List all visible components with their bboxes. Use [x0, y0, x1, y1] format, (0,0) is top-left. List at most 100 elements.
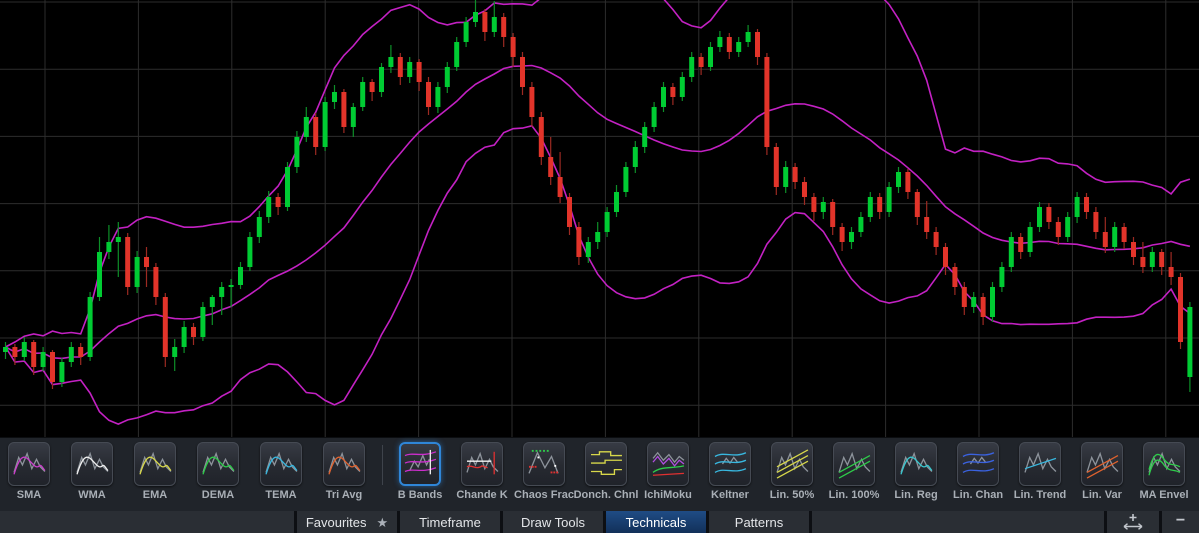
indicator-tile-keltner [709, 442, 751, 486]
indicator-label: Lin. 50% [770, 489, 815, 501]
indicator-button-ema[interactable]: EMA [134, 442, 176, 501]
indicator-button-tema[interactable]: TEMA [260, 442, 302, 501]
indicator-button-bbands[interactable]: B Bands [399, 442, 441, 501]
indicator-label: Keltner [711, 489, 749, 501]
indicator-button-keltner[interactable]: Keltner [709, 442, 751, 501]
indicator-button-maenvel[interactable]: MA Envel [1143, 442, 1185, 501]
statusbar-left-filler [0, 511, 294, 533]
indicator-button-ichimoku[interactable]: IchiMoku [647, 442, 689, 501]
indicator-icon [836, 449, 872, 479]
price-chart-area[interactable] [0, 0, 1199, 437]
indicator-label: Lin. Reg [894, 489, 937, 501]
indicator-tile-sma [8, 442, 50, 486]
indicator-label: Chaos Frac [514, 489, 574, 501]
indicator-tile-triavg [323, 442, 365, 486]
tab-label: Favourites [306, 515, 367, 530]
minus-icon: − [1176, 512, 1185, 530]
indicator-tile-dema [197, 442, 239, 486]
indicator-icon [1022, 449, 1058, 479]
star-icon: ★ [377, 516, 389, 529]
tab-label: Timeframe [419, 515, 481, 530]
indicator-tile-ema [134, 442, 176, 486]
indicator-tile-maenvel [1143, 442, 1185, 486]
indicator-label: TEMA [265, 489, 296, 501]
indicator-button-lin50[interactable]: Lin. 50% [771, 442, 813, 501]
indicator-label: Lin. 100% [829, 489, 880, 501]
indicator-icon [326, 449, 362, 479]
indicator-icon [1146, 449, 1182, 479]
statusbar-right-filler [812, 511, 1104, 533]
collapse-toolbar-button[interactable]: − [1162, 511, 1199, 533]
indicator-icon [74, 449, 110, 479]
indicator-tile-lin100 [833, 442, 875, 486]
indicator-tile-linvar [1081, 442, 1123, 486]
indicator-label: Donch. Chnl [574, 489, 639, 501]
indicator-button-lin100[interactable]: Lin. 100% [833, 442, 875, 501]
indicator-button-linreg[interactable]: Lin. Reg [895, 442, 937, 501]
indicator-group-moving-averages: SMA WMA EMA DEMA TEMA Tri Avg [8, 442, 365, 501]
trading-app: SMA WMA EMA DEMA TEMA Tri Avg B Bands Chande K… [0, 0, 1199, 533]
indicator-icon [774, 449, 810, 479]
bottom-tab-bar: Favourites ★ Timeframe Draw Tools Technicals… [0, 511, 1199, 533]
indicator-button-triavg[interactable]: Tri Avg [323, 442, 365, 501]
indicator-label: MA Envel [1139, 489, 1188, 501]
tab-label: Draw Tools [521, 515, 585, 530]
indicator-label: EMA [143, 489, 167, 501]
indicator-icon [137, 449, 173, 479]
indicator-icon [200, 449, 236, 479]
indicator-tile-donchchnl [585, 442, 627, 486]
indicator-label: Chande K [456, 489, 507, 501]
tab-technicals[interactable]: Technicals [606, 511, 706, 533]
indicator-button-wma[interactable]: WMA [71, 442, 113, 501]
indicator-icon [263, 449, 299, 479]
indicator-label: DEMA [202, 489, 234, 501]
indicator-label: SMA [17, 489, 41, 501]
indicator-toolbar: SMA WMA EMA DEMA TEMA Tri Avg B Bands Chande K… [0, 437, 1199, 511]
indicator-icon [402, 449, 438, 479]
indicator-label: IchiMoku [644, 489, 692, 501]
indicator-icon [712, 449, 748, 479]
indicator-tile-linchan [957, 442, 999, 486]
indicator-button-donchchnl[interactable]: Donch. Chnl [585, 442, 627, 501]
indicator-label: WMA [78, 489, 106, 501]
tab-draw-tools[interactable]: Draw Tools [503, 511, 603, 533]
indicator-tile-linreg [895, 442, 937, 486]
add-indicator-button[interactable] [1107, 511, 1159, 533]
toolbar-group-divider [382, 445, 383, 485]
indicator-button-linvar[interactable]: Lin. Var [1081, 442, 1123, 501]
indicator-icon [464, 449, 500, 479]
indicator-button-chaosfrac[interactable]: Chaos Frac [523, 442, 565, 501]
indicator-button-dema[interactable]: DEMA [197, 442, 239, 501]
indicator-icon [898, 449, 934, 479]
tab-patterns[interactable]: Patterns [709, 511, 809, 533]
tab-timeframe[interactable]: Timeframe [400, 511, 500, 533]
indicator-label: Tri Avg [326, 489, 362, 501]
indicator-button-chandek[interactable]: Chande K [461, 442, 503, 501]
indicator-tile-lin50 [771, 442, 813, 486]
indicator-icon [960, 449, 996, 479]
tab-label: Patterns [735, 515, 783, 530]
indicator-group-bands-channels: B BandsChande KChaos FracDonch. ChnlIchi… [399, 442, 1185, 501]
tab-label: Technicals [626, 515, 687, 530]
indicator-label: Lin. Var [1082, 489, 1122, 501]
indicator-tile-bbands [399, 442, 441, 486]
indicator-tile-tema [260, 442, 302, 486]
indicator-icon [526, 449, 562, 479]
tab-favourites[interactable]: Favourites ★ [297, 511, 397, 533]
indicator-icon [11, 449, 47, 479]
indicator-label: B Bands [398, 489, 443, 501]
indicator-tile-lintrend [1019, 442, 1061, 486]
indicator-label: Lin. Trend [1014, 489, 1067, 501]
indicator-tile-wma [71, 442, 113, 486]
indicator-tile-chandek [461, 442, 503, 486]
indicator-button-lintrend[interactable]: Lin. Trend [1019, 442, 1061, 501]
indicator-tile-chaosfrac [523, 442, 565, 486]
indicator-button-sma[interactable]: SMA [8, 442, 50, 501]
candlestick-chart [0, 0, 1199, 437]
indicator-label: Lin. Chan [953, 489, 1003, 501]
indicator-icon [588, 449, 624, 479]
plus-arrows-icon [1120, 512, 1146, 532]
indicator-icon [1084, 449, 1120, 479]
indicator-icon [650, 449, 686, 479]
indicator-button-linchan[interactable]: Lin. Chan [957, 442, 999, 501]
